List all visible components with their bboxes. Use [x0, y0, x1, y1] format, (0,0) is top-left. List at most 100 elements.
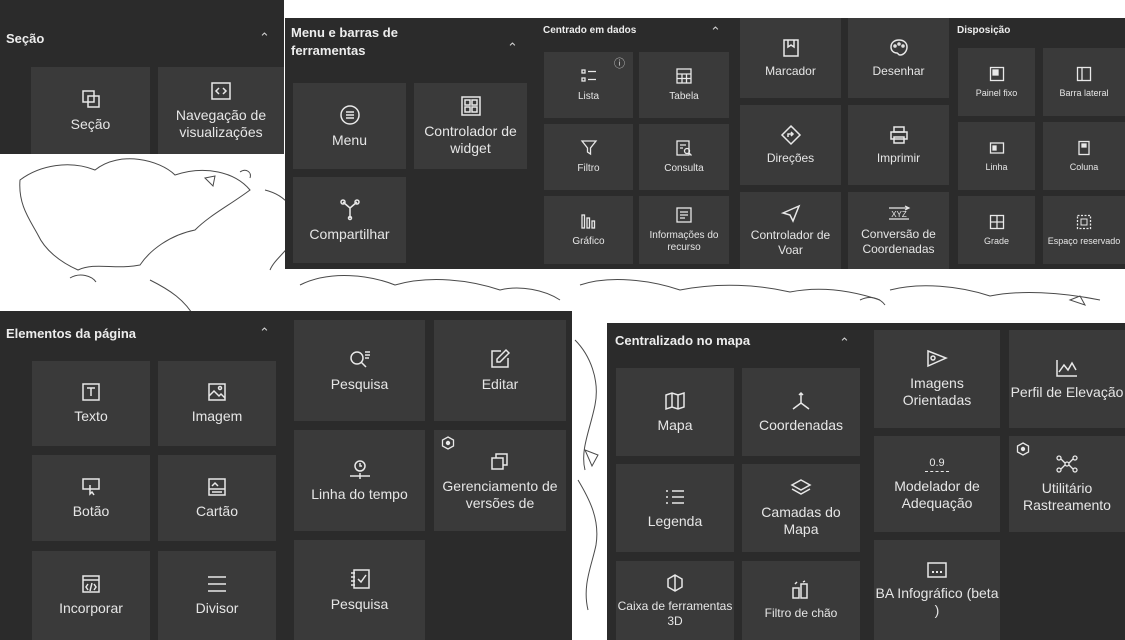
widget-label: Pesquisa — [330, 595, 389, 612]
widget-controlador-voar[interactable]: Controlador de Voar — [740, 192, 841, 269]
widget-informacoes-recurso[interactable]: Informações do recurso — [639, 196, 729, 264]
info-icon[interactable]: ⓘ — [614, 55, 625, 71]
widget-linha-do-tempo[interactable]: Linha do tempo — [294, 430, 425, 531]
widget-label: Imprimir — [876, 150, 921, 165]
widget-secao[interactable]: Seção — [31, 67, 150, 154]
widget-controlador-widget[interactable]: Controlador de widget — [414, 83, 527, 169]
widget-gerenciamento-versoes[interactable]: Gerenciamento de versões de — [434, 430, 566, 531]
widget-conversao-coordenadas[interactable]: XYZ Conversão de Coordenadas — [848, 192, 949, 269]
widget-label: Marcador — [765, 63, 816, 78]
grid-icon — [989, 214, 1004, 229]
page-panel-title: Elementos da página — [6, 326, 137, 341]
widget-label: Lista — [577, 91, 600, 102]
widget-lista[interactable]: ⓘ Lista — [544, 52, 633, 118]
widget-perfil-elevacao[interactable]: Perfil de Elevação — [1009, 330, 1125, 428]
widget-grafico[interactable]: Gráfico — [544, 196, 633, 264]
widget-label: Painel fixo — [975, 87, 1018, 98]
utility-trace-icon — [1056, 455, 1078, 473]
widget-imagem[interactable]: Imagem — [158, 361, 276, 446]
widget-label: Controlador de widget — [424, 123, 517, 156]
widget-label: Divisor — [195, 600, 239, 617]
query-icon — [676, 140, 692, 156]
widget-pesquisa-survey[interactable]: Pesquisa — [294, 540, 425, 640]
collapse-chevron-icon[interactable]: ⌃ — [259, 30, 270, 46]
widget-consulta[interactable]: Consulta — [639, 124, 729, 190]
widget-espaco-reservado[interactable]: Espaço reservado — [1043, 196, 1125, 264]
oriented-imagery-icon — [927, 350, 948, 368]
widget-caixa-ferramentas-3d[interactable]: Caixa de ferramentas 3D — [616, 561, 734, 640]
widget-botao[interactable]: Botão — [32, 455, 150, 541]
print-icon — [889, 126, 908, 144]
widget-label: Camadas do Mapa — [761, 504, 841, 537]
bookmark-icon — [782, 39, 799, 57]
collapse-chevron-icon[interactable]: ⌃ — [839, 335, 850, 351]
widget-label: Botão — [72, 502, 110, 519]
widget-label: Barra lateral — [1059, 87, 1109, 98]
widget-incorporar[interactable]: Incorporar — [32, 551, 150, 640]
collapse-chevron-icon[interactable]: ⌃ — [259, 325, 270, 341]
ground-filter-icon — [792, 580, 808, 600]
widget-label: Menu — [331, 131, 368, 148]
widget-label: Controlador de Voar — [750, 228, 831, 257]
widget-painel-fixo[interactable]: Painel fixo — [958, 48, 1035, 116]
widget-legenda[interactable]: Legenda — [616, 464, 734, 552]
extra-tools-panel: Imagens Orientadas Perfil de Elevação 0.… — [872, 323, 1125, 640]
widget-label: Compartilhar — [309, 225, 390, 242]
widget-navegacao-visualizacoes[interactable]: Navegação de visualizações — [158, 67, 284, 154]
widget-pesquisa[interactable]: Pesquisa — [294, 320, 425, 421]
widget-ba-infografico[interactable]: BA Infográfico (beta ) — [874, 540, 1000, 640]
page-elements-panel: Elementos da página ⌃ Texto Imagem Botão… — [0, 311, 285, 640]
widget-label: Imagem — [191, 408, 243, 425]
list-icon — [580, 69, 596, 82]
widget-compartilhar[interactable]: Compartilhar — [293, 177, 406, 263]
widget-label: Filtro — [577, 163, 600, 174]
section-panel-title: Seção — [6, 31, 45, 46]
widget-label: Linha — [985, 161, 1008, 172]
widget-coluna[interactable]: Coluna — [1043, 122, 1125, 190]
layout-panel: Disposição Painel fixo Barra lateral Lin… — [951, 18, 1125, 269]
infographic-icon — [927, 562, 947, 578]
collapse-chevron-icon[interactable]: ⌃ — [710, 24, 721, 40]
section-panel: Seção ⌃ Seção Navegação de visualizações — [0, 0, 284, 154]
widget-filtro[interactable]: Filtro — [544, 124, 633, 190]
widget-direcoes[interactable]: Direções — [740, 105, 841, 185]
3d-toolbox-icon — [667, 574, 683, 592]
layers-icon — [790, 479, 812, 496]
widget-label: Coordenadas — [758, 416, 844, 433]
widget-imprimir[interactable]: Imprimir — [848, 105, 949, 185]
widget-filtro-de-chao[interactable]: Filtro de chão — [742, 561, 860, 640]
menu-icon — [339, 104, 360, 125]
feature-info-icon — [676, 207, 692, 223]
widget-menu[interactable]: Menu — [293, 83, 406, 169]
beta-badge-icon — [1016, 442, 1030, 456]
widget-cartao[interactable]: Cartão — [158, 455, 276, 541]
widget-label: Pesquisa — [330, 376, 389, 393]
widget-tabela[interactable]: Tabela — [639, 52, 729, 118]
views-navigation-icon — [211, 81, 231, 100]
widget-label: Grade — [983, 235, 1009, 246]
widget-label: Caixa de ferramentas 3D — [617, 599, 733, 628]
filter-icon — [580, 140, 597, 156]
widget-divisor[interactable]: Divisor — [158, 551, 276, 640]
widget-label: Perfil de Elevação — [1010, 383, 1124, 400]
widget-label: Gerenciamento de versões de — [442, 477, 558, 511]
widget-texto[interactable]: Texto — [32, 361, 150, 446]
widget-barra-lateral[interactable]: Barra lateral — [1043, 48, 1125, 116]
widget-marcador[interactable]: Marcador — [740, 18, 841, 98]
widget-camadas-mapa[interactable]: Camadas do Mapa — [742, 464, 860, 552]
widget-mapa[interactable]: Mapa — [616, 368, 734, 456]
widget-utilitario-rastreamento[interactable]: Utilitário Rastreamento — [1009, 436, 1125, 532]
widget-editar[interactable]: Editar — [434, 320, 566, 421]
widget-label: Imagens Orientadas — [902, 375, 972, 408]
widget-grade[interactable]: Grade — [958, 196, 1035, 264]
widget-desenhar[interactable]: Desenhar — [848, 18, 949, 98]
widget-imagens-orientadas[interactable]: Imagens Orientadas — [874, 330, 1000, 428]
divider-icon — [208, 576, 226, 592]
widget-modelador-adequacao[interactable]: 0.9 Modelador de Adequação — [874, 436, 1000, 532]
widget-linha[interactable]: Linha — [958, 122, 1035, 190]
sidebar-icon — [1076, 66, 1092, 81]
collapse-chevron-icon[interactable]: ⌃ — [507, 40, 518, 56]
timeline-icon — [349, 460, 370, 480]
widget-coordenadas[interactable]: Coordenadas — [742, 368, 860, 456]
widget-label: Direções — [766, 150, 815, 165]
